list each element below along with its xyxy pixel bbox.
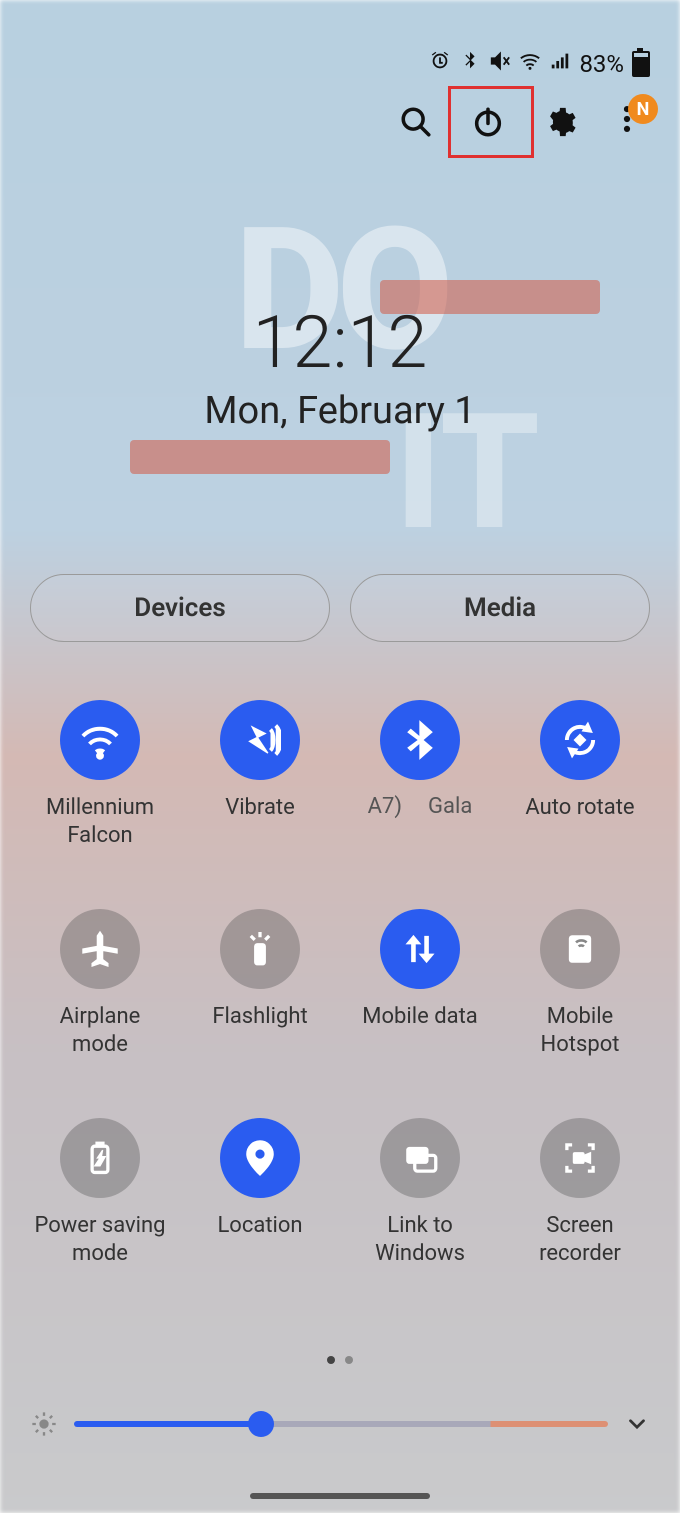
alarm-icon [429,50,451,78]
tile-hotspot[interactable]: Mobile Hotspot [500,909,660,1058]
mute-vibrate-icon [489,50,511,78]
tile-recorder[interactable]: Screen recorder [500,1118,660,1267]
power-icon [471,105,505,139]
status-bar: 83% [429,50,650,78]
brightness-slider[interactable] [74,1421,608,1427]
clock-date: Mon, February 1 [0,389,680,433]
tile-location[interactable]: Location [180,1118,340,1267]
hotspot-icon [540,909,620,989]
account-avatar[interactable]: N [628,94,658,124]
brightness-thumb[interactable] [248,1411,274,1437]
tile-link[interactable]: Link to Windows [340,1118,500,1267]
tile-label: Millennium Falcon [30,794,170,849]
panel-toolbar: N [394,100,650,144]
gear-icon [543,105,577,139]
search-button[interactable] [394,100,438,144]
pill-row: Devices Media [30,574,650,642]
search-icon [399,105,433,139]
tile-label: Location [217,1212,302,1240]
tile-wifi[interactable]: Millennium Falcon [20,700,180,849]
power-button[interactable] [466,100,510,144]
bluetooth-icon [459,50,481,78]
page-indicator [0,1356,680,1364]
tile-bluetooth[interactable]: A7)Gala [340,700,500,849]
media-button[interactable]: Media [350,574,650,642]
tile-label: Screen recorder [510,1212,650,1267]
tile-powersave[interactable]: Power saving mode [20,1118,180,1267]
tile-vibrate[interactable]: Vibrate [180,700,340,849]
location-icon [220,1118,300,1198]
expand-brightness-button[interactable] [624,1411,650,1437]
settings-button[interactable] [538,100,582,144]
tile-label: Mobile data [362,1003,477,1031]
more-button[interactable]: N [610,102,650,142]
bluetooth-icon [380,700,460,780]
tile-label: Flashlight [212,1003,307,1031]
tile-label: A7)Gala [368,794,473,819]
link-icon [380,1118,460,1198]
clock-area: 12:12 Mon, February 1 [0,300,680,433]
brightness-row [30,1410,650,1438]
wifi-icon [60,700,140,780]
tile-label: Mobile Hotspot [510,1003,650,1058]
autorotate-icon [540,700,620,780]
battery-percent: 83% [579,50,624,78]
brightness-icon [30,1410,58,1438]
nav-handle[interactable] [250,1493,430,1499]
wifi-icon [519,50,541,78]
powersave-icon [60,1118,140,1198]
vibrate-icon [220,700,300,780]
battery-icon [632,51,650,77]
tile-flashlight[interactable]: Flashlight [180,909,340,1058]
clock-time: 12:12 [0,300,680,385]
mobiledata-icon [380,909,460,989]
quick-settings-grid: Millennium Falcon Vibrate A7)Gala Auto rota… [20,700,660,1267]
tile-label: Vibrate [225,794,295,822]
flashlight-icon [220,909,300,989]
airplane-icon [60,909,140,989]
tile-autorotate[interactable]: Auto rotate [500,700,660,849]
page-dot [345,1356,353,1364]
tile-label: Auto rotate [525,794,634,822]
tile-airplane[interactable]: Airplane mode [20,909,180,1058]
tile-label: Power saving mode [30,1212,170,1267]
page-dot [327,1356,335,1364]
devices-button[interactable]: Devices [30,574,330,642]
recorder-icon [540,1118,620,1198]
tile-mobiledata[interactable]: Mobile data [340,909,500,1058]
tile-label: Link to Windows [350,1212,490,1267]
tile-label: Airplane mode [30,1003,170,1058]
signal-icon [549,50,571,78]
